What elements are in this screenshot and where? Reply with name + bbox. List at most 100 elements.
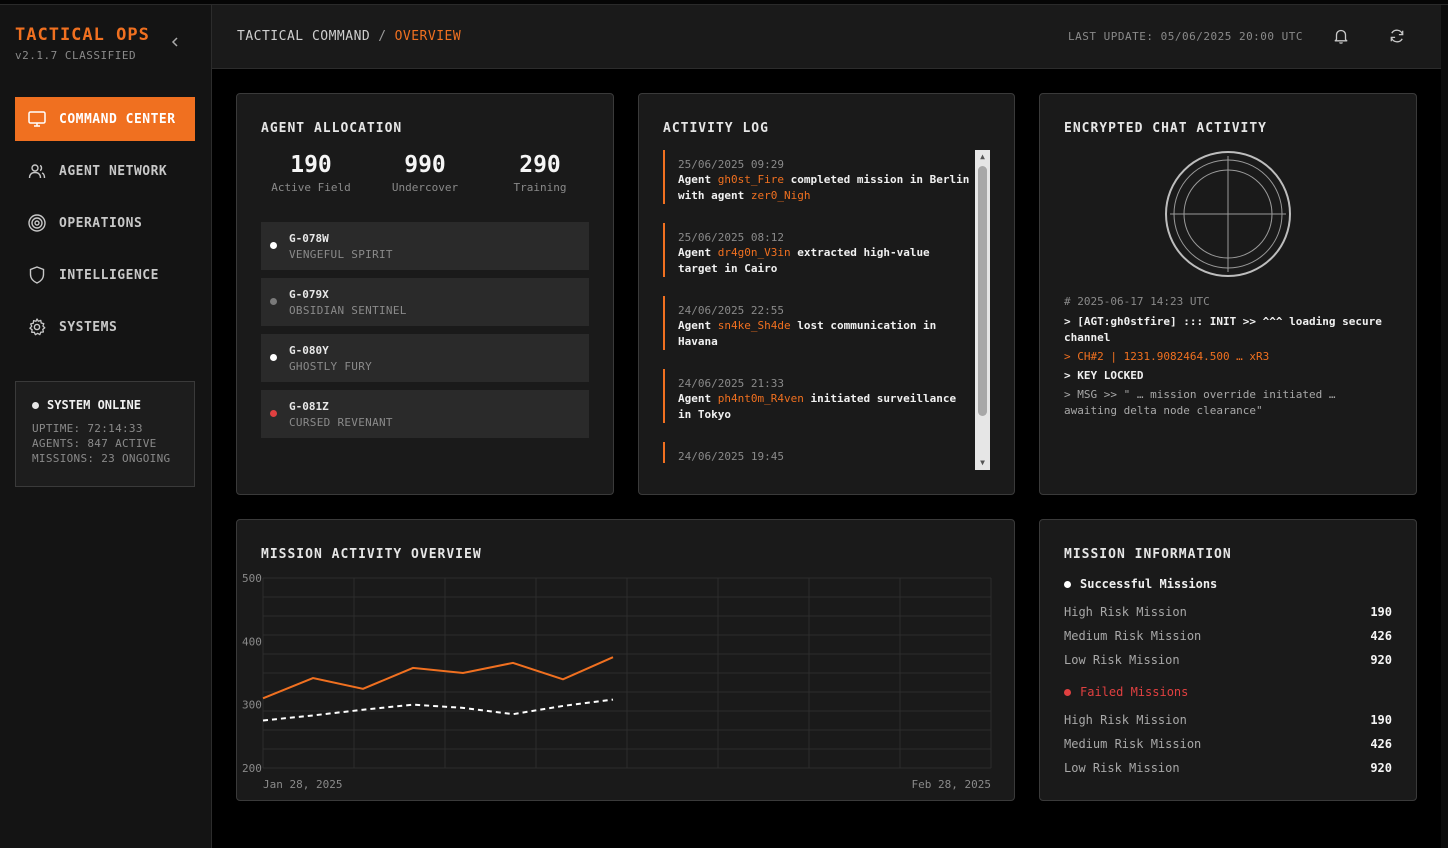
agent-status-dot [270, 242, 277, 249]
agent-list-item[interactable]: G-079X OBSIDIAN SENTINEL [261, 278, 589, 326]
shield-icon [27, 265, 47, 285]
stat-label: Training [513, 181, 567, 194]
app-version: v2.1.7 CLASSIFIED [15, 49, 137, 62]
group-label: Failed Missions [1080, 685, 1189, 699]
breadcrumb: TACTICAL COMMAND / OVERVIEW [237, 29, 461, 44]
chevron-left-icon [171, 37, 178, 47]
agent-id: G-078W [289, 232, 329, 245]
agent-handle[interactable]: gh0st_Fire [718, 173, 784, 186]
mission-stat-row: Medium Risk Mission 426 [1064, 629, 1392, 643]
sidebar-item-command-center[interactable]: COMMAND CENTER [15, 97, 195, 141]
agent-status-dot [270, 410, 277, 417]
sidebar-item-operations[interactable]: OPERATIONS [15, 201, 195, 245]
radar-icon [1165, 151, 1291, 277]
breadcrumb-separator: / [378, 29, 387, 44]
y-tick-label: 400 [242, 635, 262, 648]
chat-line: > KEY LOCKED [1064, 369, 1144, 382]
chat-line: > CH#2 | 1231.9082464.500 … xR3 [1064, 350, 1270, 363]
mission-stat-row: High Risk Mission 190 [1064, 713, 1392, 727]
agent-handle[interactable]: dr4g0n_V3in [718, 246, 791, 259]
chat-line: > MSG >> " … mission override initiated … [1064, 388, 1336, 417]
collapse-sidebar-button[interactable] [168, 35, 182, 49]
agent-list-item[interactable]: G-080Y GHOSTLY FURY [261, 334, 589, 382]
mission-information-panel: MISSION INFORMATION Successful Missions … [1039, 519, 1417, 801]
agent-list-item[interactable]: G-081Z CURSED REVENANT [261, 390, 589, 438]
agent-id: G-079X [289, 288, 329, 301]
agent-allocation-panel: AGENT ALLOCATION 190 Active Field 990 Un… [236, 93, 614, 495]
log-entry: 24/06/2025 22:55 Agent sn4ke_Sh4de lost … [663, 296, 975, 350]
stat-training: 290 Training [485, 152, 595, 194]
activity-log-panel: ACTIVITY LOG 25/06/2025 09:29 Agent gh0s… [638, 93, 1015, 495]
scroll-up-icon[interactable]: ▲ [978, 152, 987, 161]
breadcrumb-root[interactable]: TACTICAL COMMAND [237, 29, 370, 44]
missions-count-text: MISSIONS: 23 ONGOING [32, 452, 171, 465]
mission-stat-row: Low Risk Mission 920 [1064, 653, 1392, 667]
agent-id: G-081Z [289, 400, 329, 413]
series-line-1 [262, 698, 614, 722]
y-tick-label: 300 [242, 699, 262, 712]
sidebar: TACTICAL OPS v2.1.7 CLASSIFIED COMMAND C… [0, 5, 212, 848]
group-label: Successful Missions [1080, 577, 1218, 591]
agent-list-item[interactable]: G-078W VENGEFUL SPIRIT [261, 222, 589, 270]
notifications-button[interactable] [1332, 27, 1350, 45]
mission-stat-value: 426 [1370, 737, 1392, 751]
log-entry: 25/06/2025 08:12 Agent dr4g0n_V3in extra… [663, 223, 975, 277]
stat-label: Active Field [271, 181, 351, 194]
brand: TACTICAL OPS v2.1.7 CLASSIFIED [15, 25, 150, 62]
scroll-down-icon[interactable]: ▼ [978, 458, 987, 467]
chat-transcript: # 2025-06-17 14:23 UTC > [AGT:gh0stfire]… [1064, 294, 1384, 419]
x-tick-label: Jan 28, 2025 [263, 778, 342, 791]
mission-stat-value: 920 [1370, 653, 1392, 667]
log-timestamp: 25/06/2025 09:29 [678, 158, 784, 171]
mission-stat-label: High Risk Mission [1064, 713, 1187, 727]
app-title: TACTICAL OPS [15, 25, 150, 45]
agent-handle[interactable]: sn4ke_Sh4de [718, 319, 791, 332]
successful-missions-heading: Successful Missions [1064, 577, 1217, 591]
sidebar-nav: COMMAND CENTER AGENT NETWORK OPERATIONS … [15, 97, 195, 357]
log-timestamp: 25/06/2025 08:12 [678, 231, 784, 244]
encrypted-chat-panel: ENCRYPTED CHAT ACTIVITY # 2025-06-17 14:… [1039, 93, 1417, 495]
log-entry: 24/06/2025 21:33 Agent ph4nt0m_R4ven ini… [663, 369, 975, 423]
mission-stat-label: Medium Risk Mission [1064, 629, 1202, 643]
mission-stat-value: 920 [1370, 761, 1392, 775]
x-tick-label: Feb 28, 2025 [912, 778, 991, 791]
users-icon [27, 161, 47, 181]
agent-codename: VENGEFUL SPIRIT [289, 248, 393, 261]
scroll-thumb[interactable] [978, 166, 987, 416]
panel-title: ACTIVITY LOG [663, 121, 769, 136]
sidebar-item-agent-network[interactable]: AGENT NETWORK [15, 149, 195, 193]
stat-active-field: 190 Active Field [256, 152, 366, 194]
status-dot-icon [1064, 688, 1071, 696]
log-message: Agent sn4ke_Sh4de lost communication in … [678, 319, 937, 348]
mission-stat-label: Medium Risk Mission [1064, 737, 1202, 751]
agent-codename: GHOSTLY FURY [289, 360, 373, 373]
sidebar-item-intelligence[interactable]: INTELLIGENCE [15, 253, 195, 297]
sidebar-item-systems[interactable]: SYSTEMS [15, 305, 195, 349]
mission-stat-row: Low Risk Mission 920 [1064, 761, 1392, 775]
activity-log-scrollbar[interactable]: ▲ ▼ [975, 150, 990, 470]
stat-undercover: 990 Undercover [370, 152, 480, 194]
monitor-icon [27, 109, 47, 129]
mission-stat-value: 190 [1370, 605, 1392, 619]
system-status-title: SYSTEM ONLINE [47, 398, 141, 412]
uptime-text: UPTIME: 72:14:33 [32, 422, 143, 435]
log-message: Agent gh0st_Fire completed mission in Be… [678, 173, 970, 202]
agent-handle[interactable]: zer0_Nigh [751, 189, 811, 202]
y-tick-label: 500 [242, 572, 262, 585]
sidebar-item-label: COMMAND CENTER [59, 111, 176, 127]
status-dot-icon [32, 401, 39, 409]
log-message: Agent ph4nt0m_R4ven initiated surveillan… [678, 392, 957, 421]
sidebar-item-label: AGENT NETWORK [59, 163, 168, 179]
activity-log-list[interactable]: 25/06/2025 09:29 Agent gh0st_Fire comple… [663, 150, 975, 468]
refresh-button[interactable] [1388, 27, 1406, 45]
agent-handle[interactable]: ph4nt0m_R4ven [718, 392, 804, 405]
breadcrumb-current: OVERVIEW [394, 29, 462, 44]
stat-value: 990 [404, 152, 446, 178]
chat-timestamp: # 2025-06-17 14:23 UTC [1064, 295, 1210, 308]
stat-value: 190 [290, 152, 332, 178]
log-entry: 24/06/2025 19:45 [663, 442, 975, 463]
log-timestamp: 24/06/2025 22:55 [678, 304, 784, 317]
sidebar-item-label: INTELLIGENCE [59, 267, 159, 283]
mission-stat-label: Low Risk Mission [1064, 653, 1180, 667]
mission-stat-label: High Risk Mission [1064, 605, 1187, 619]
